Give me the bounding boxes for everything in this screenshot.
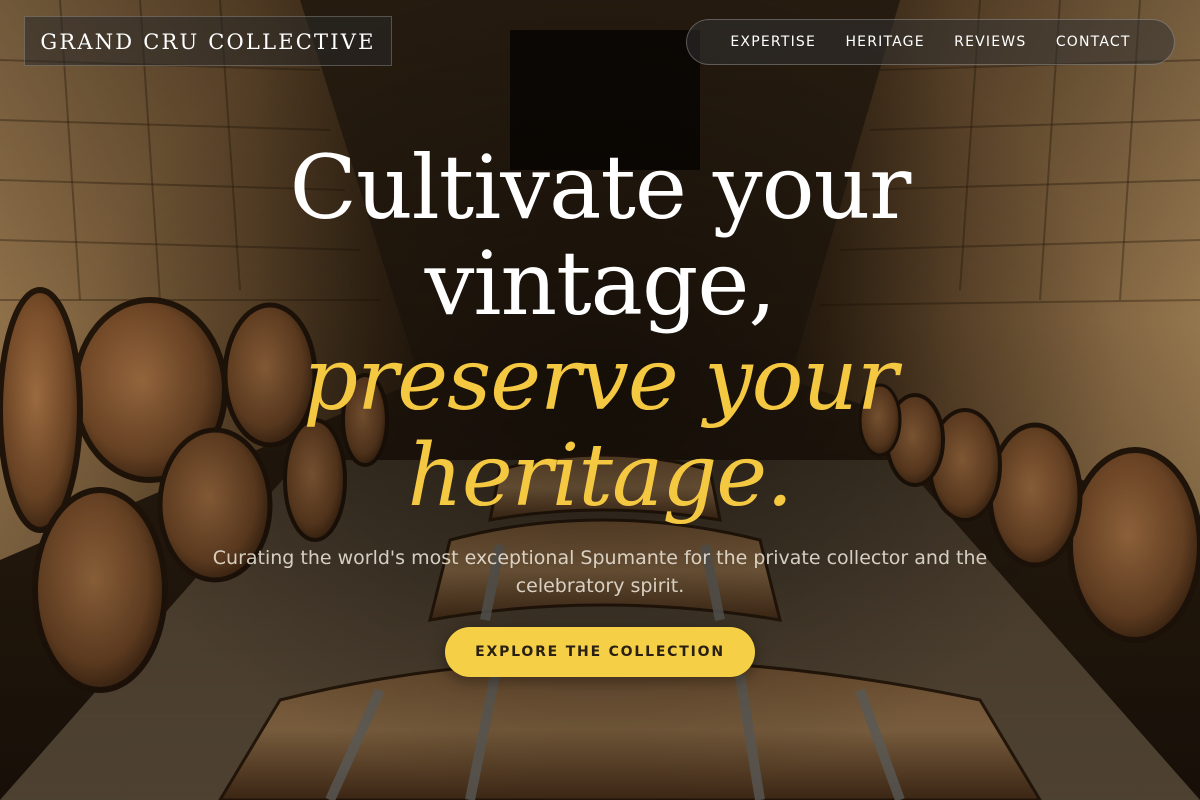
nav-link-reviews[interactable]: REVIEWS [954, 34, 1026, 50]
hero-headline: Cultivate your vintage, preserve your he… [0, 136, 1200, 526]
hero-headline-line-4: heritage. [407, 426, 793, 526]
explore-collection-button[interactable]: EXPLORE THE COLLECTION [445, 627, 755, 677]
main-navigation: EXPERTISE HERITAGE REVIEWS CONTACT [686, 19, 1175, 65]
brand-logo[interactable]: GRAND CRU COLLECTIVE [24, 16, 392, 66]
hero-headline-line-1: Cultivate your [289, 136, 912, 239]
nav-link-expertise[interactable]: EXPERTISE [730, 34, 816, 50]
hero-subtitle: Curating the world's most exceptional Sp… [212, 547, 988, 597]
nav-link-heritage[interactable]: HERITAGE [845, 34, 924, 50]
nav-link-contact[interactable]: CONTACT [1056, 34, 1131, 50]
hero-headline-line-2: vintage, [424, 232, 777, 335]
hero-headline-line-3: preserve your [303, 330, 898, 430]
